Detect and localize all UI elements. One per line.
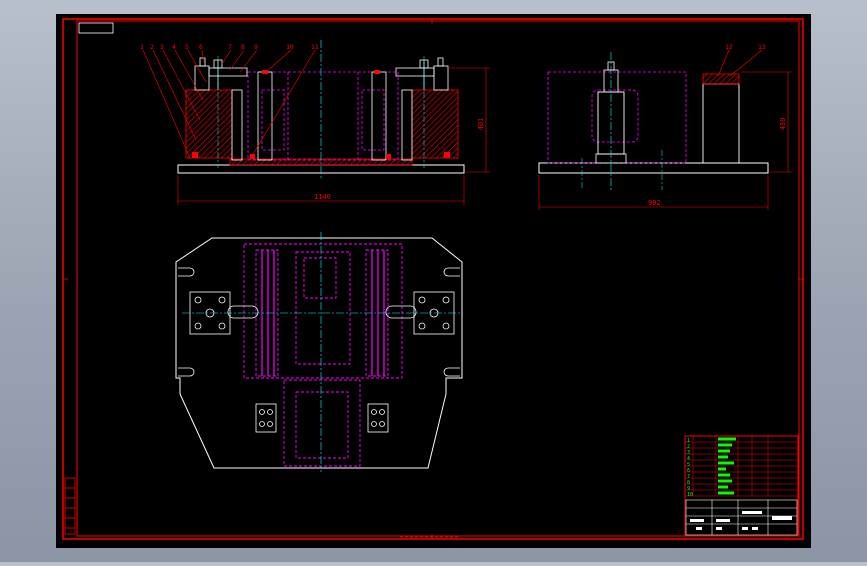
- tb-entry-mark: [718, 473, 730, 477]
- side-locating-pin-section: [702, 73, 740, 85]
- tb-entry-mark: [718, 461, 734, 465]
- part-label-6: 6: [199, 43, 203, 51]
- part-label-5: 5: [185, 43, 189, 51]
- part-label-3: 3: [160, 43, 164, 51]
- dim-front-height: 401: [477, 118, 485, 131]
- tb-entry-mark: [718, 491, 734, 495]
- tb-entry-mark: [718, 449, 730, 453]
- part-label-10: 10: [286, 43, 294, 51]
- part-label-11: 11: [311, 43, 319, 51]
- cad-viewport[interactable]: 1 2 3 4 5 6 7 8 9 10 11 12 13 1140 401 9…: [0, 0, 867, 562]
- drawing-sheet[interactable]: 1 2 3 4 5 6 7 8 9 10 11 12 13 1140 401 9…: [0, 0, 867, 562]
- tb-entry-mark: [718, 443, 732, 447]
- tb-entry-mark: [718, 467, 726, 471]
- dim-side-width: 902: [648, 199, 661, 207]
- left-clamp-block: [185, 89, 233, 159]
- tb-entry-mark: [718, 437, 736, 441]
- dim-front-width: 1140: [314, 193, 331, 201]
- tb-entry-mark: [718, 479, 732, 483]
- part-label-13: 13: [758, 43, 766, 51]
- right-clamp-block: [411, 89, 459, 159]
- part-label-9: 9: [254, 43, 258, 51]
- part-label-7: 7: [228, 43, 232, 51]
- part-label-8: 8: [241, 43, 245, 51]
- tb-entry-mark: [718, 455, 728, 459]
- tb-row-label: 10: [687, 492, 693, 498]
- part-label-2: 2: [150, 43, 154, 51]
- part-label-12: 12: [725, 43, 733, 51]
- dim-side-height: 430: [779, 118, 787, 131]
- tb-entry-mark: [718, 485, 728, 489]
- part-label-4: 4: [172, 43, 176, 51]
- part-label-1: 1: [140, 43, 144, 51]
